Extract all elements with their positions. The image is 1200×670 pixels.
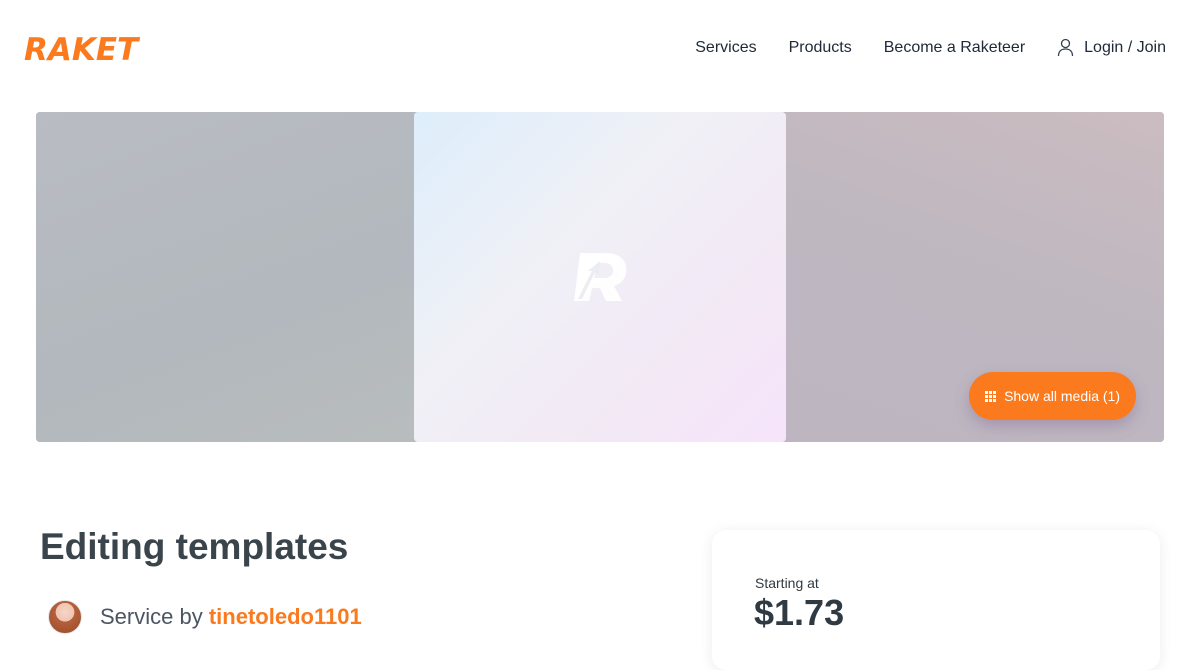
- nav-products[interactable]: Products: [789, 39, 852, 57]
- show-all-media-label: Show all media (1): [1004, 388, 1120, 404]
- login-join-label: Login / Join: [1084, 38, 1166, 56]
- price-card: Starting at $1.73: [712, 530, 1160, 670]
- login-join-link[interactable]: Login / Join: [1057, 38, 1166, 57]
- show-all-media-button[interactable]: Show all media (1): [969, 372, 1136, 420]
- starting-at-label: Starting at: [755, 575, 819, 591]
- top-header: RAKET Services Products Become a Raketee…: [0, 0, 1200, 100]
- nav-services[interactable]: Services: [695, 39, 756, 57]
- nav-become-raketeer[interactable]: Become a Raketeer: [884, 39, 1025, 57]
- media-gallery[interactable]: Show all media (1): [36, 112, 1164, 442]
- media-left-backdrop: [36, 112, 414, 442]
- service-by-prefix: Service by: [100, 604, 203, 629]
- service-by-row: Service by tinetoledo1101: [48, 600, 362, 634]
- avatar[interactable]: [48, 600, 82, 634]
- main-nav: Services Products Become a Raketeer Logi…: [695, 38, 1166, 57]
- raket-logo[interactable]: RAKET: [24, 32, 138, 68]
- price-value: $1.73: [754, 592, 845, 633]
- seller-username-link[interactable]: tinetoledo1101: [209, 604, 362, 629]
- user-icon: [1058, 38, 1074, 57]
- media-main-image[interactable]: [414, 112, 786, 442]
- raket-r-logo: [574, 253, 627, 301]
- grid-icon: [985, 390, 997, 402]
- listing-title: Editing templates: [40, 526, 349, 567]
